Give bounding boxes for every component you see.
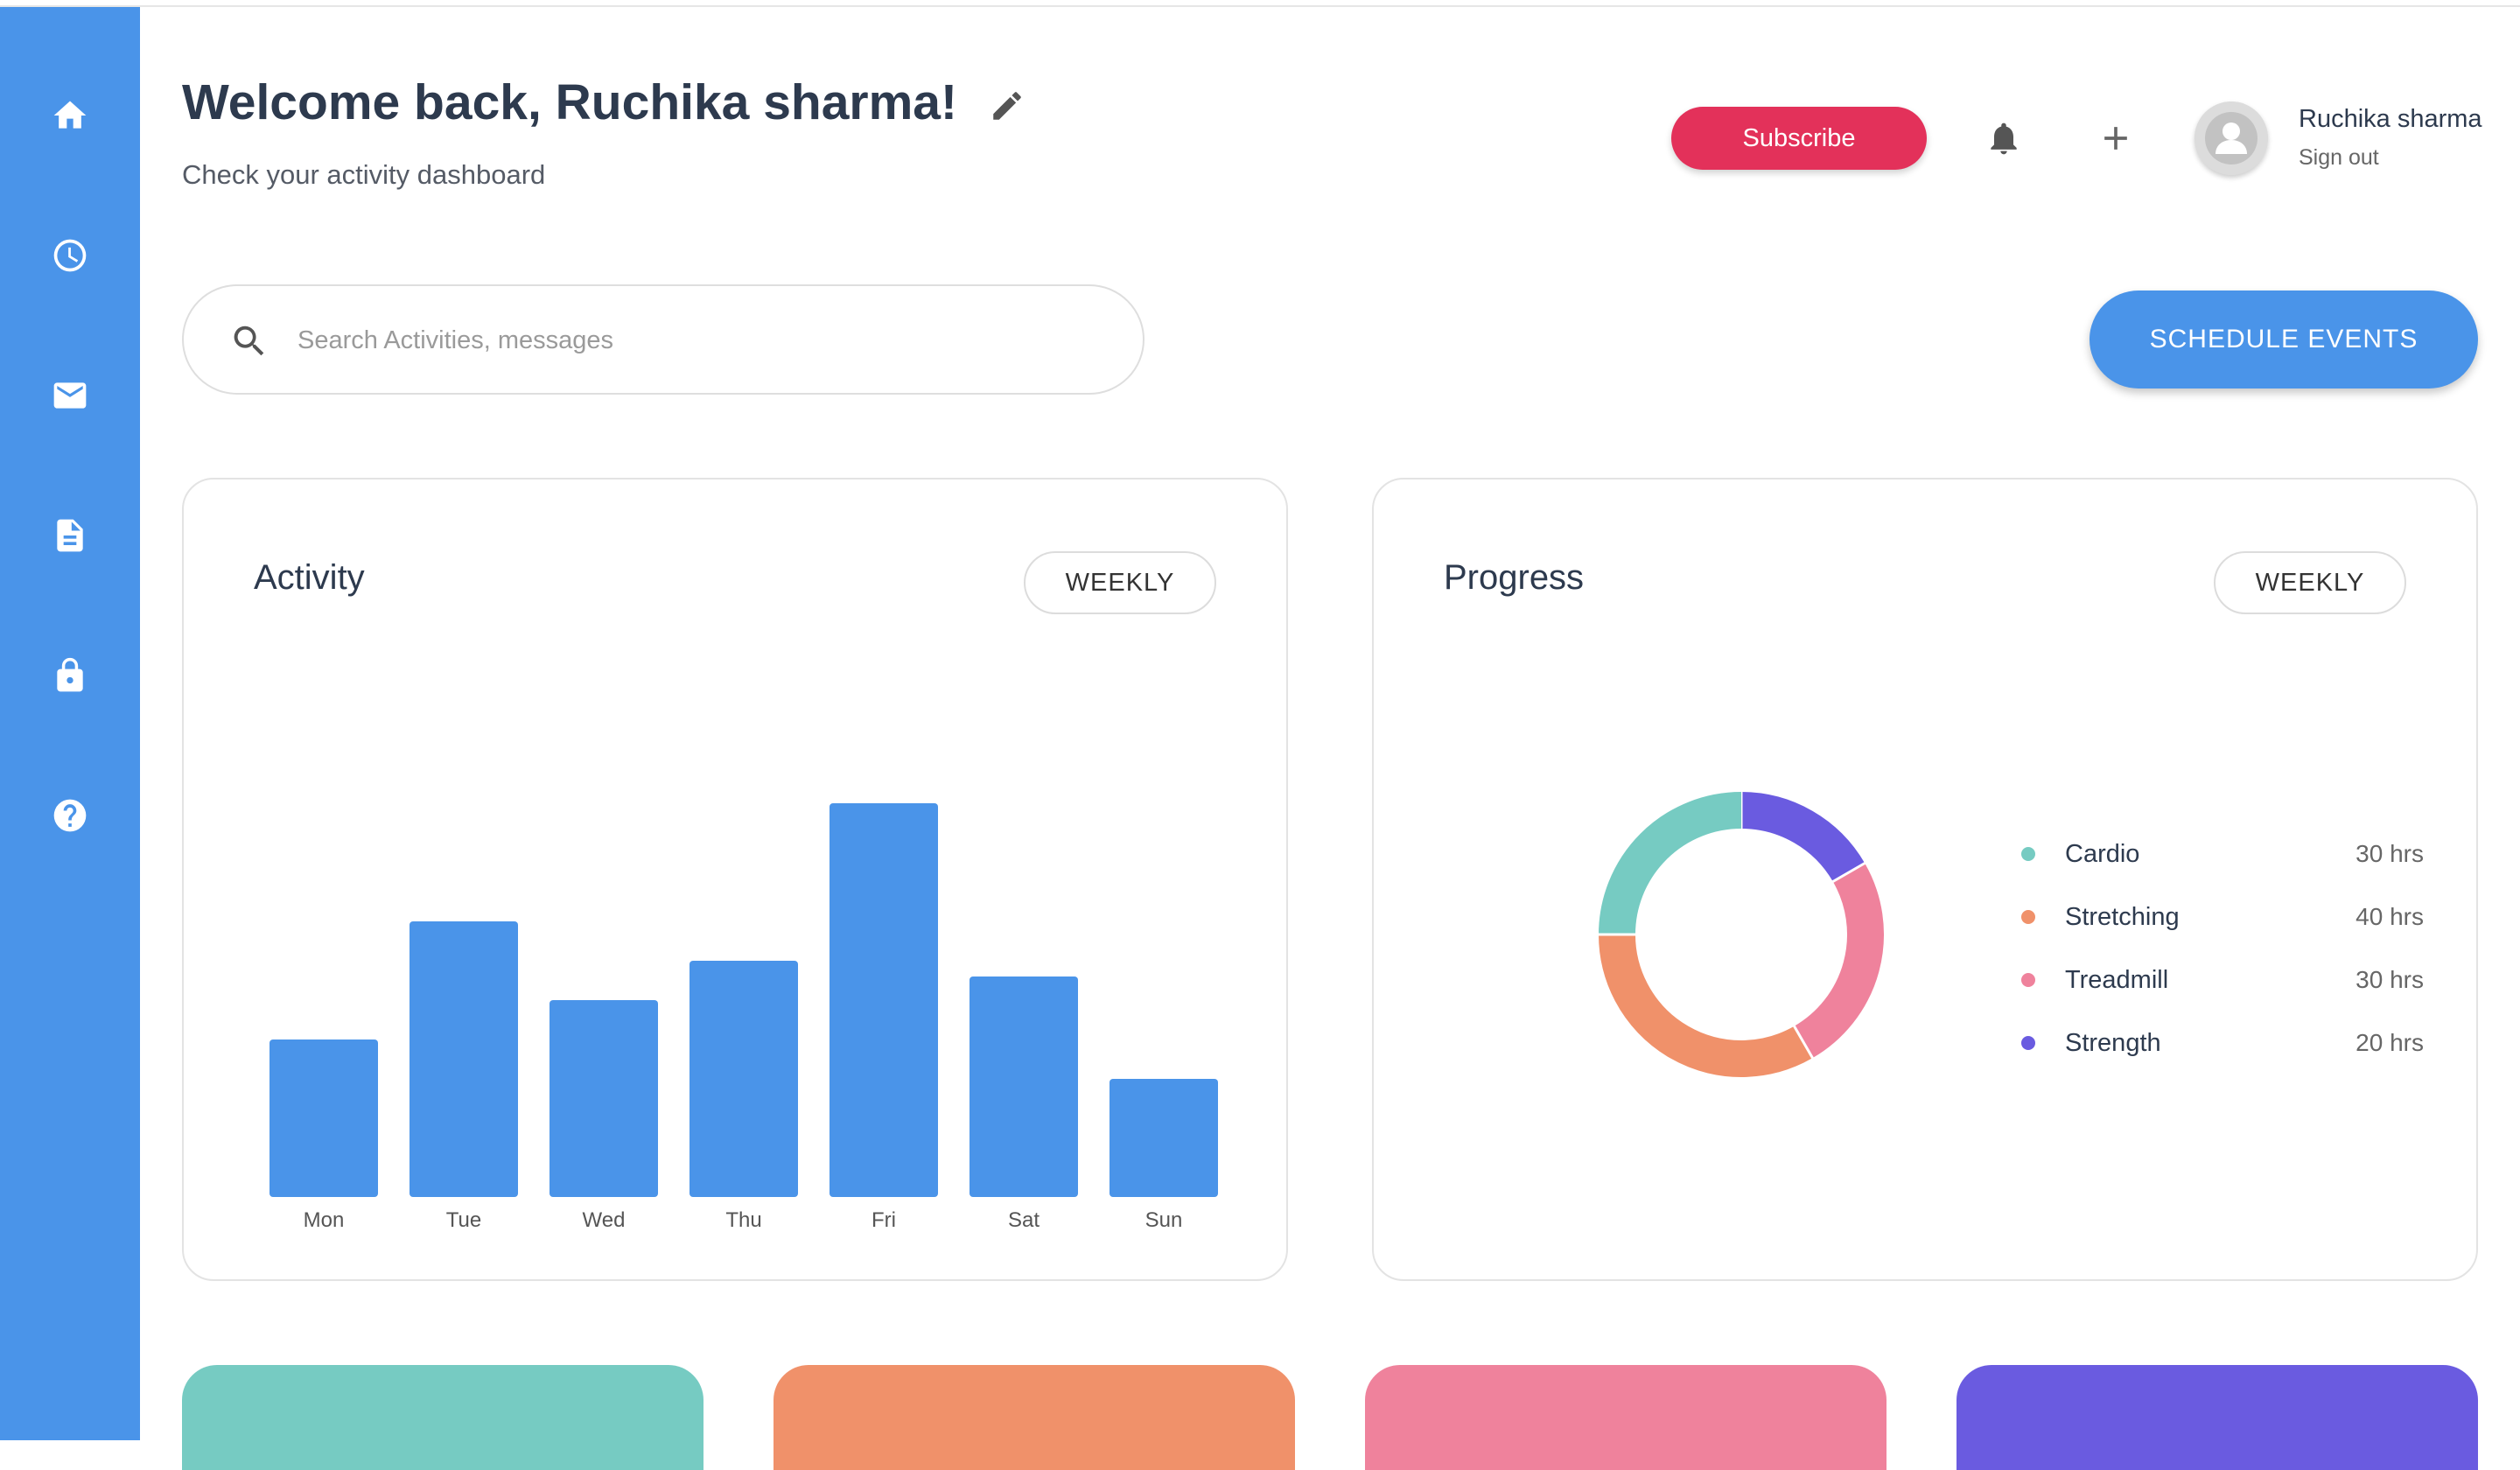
legend-label: Strength xyxy=(2065,1028,2161,1057)
mail-icon[interactable] xyxy=(49,374,91,416)
slice-treadmill xyxy=(1794,863,1884,1059)
progress-card: Progress WEEKLY Cardio 30 hrs Stretching… xyxy=(1372,478,2478,1281)
legend-dot xyxy=(2021,910,2035,924)
sidebar xyxy=(0,7,140,1440)
bar-sun xyxy=(1110,1079,1218,1197)
legend-label: Treadmill xyxy=(2065,965,2169,994)
activity-title: Activity xyxy=(254,558,365,597)
bar-thu xyxy=(690,961,798,1197)
search-icon xyxy=(229,321,270,361)
activity-card: Activity WEEKLY Mon Tue Wed Thu Fri Sat Sun xyxy=(182,478,1288,1281)
bar-fri xyxy=(830,803,938,1197)
legend-item: Stretching 40 hrs xyxy=(2021,886,2424,948)
legend-value: 40 hrs xyxy=(2356,903,2424,930)
home-icon[interactable] xyxy=(49,94,91,136)
legend-value: 30 hrs xyxy=(2356,840,2424,867)
legend-dot xyxy=(2021,847,2035,861)
edit-icon[interactable] xyxy=(989,88,1026,124)
lock-icon[interactable] xyxy=(49,654,91,696)
activity-bar-chart: Mon Tue Wed Thu Fri Sat Sun xyxy=(270,803,1218,1232)
plus-icon[interactable] xyxy=(2096,119,2135,158)
legend-value: 30 hrs xyxy=(2356,966,2424,993)
bar-tue xyxy=(410,921,518,1197)
schedule-events-button[interactable]: SCHEDULE EVENTS xyxy=(2090,290,2478,388)
subscribe-button[interactable]: Subscribe xyxy=(1671,107,1927,170)
stretching-tile[interactable] xyxy=(774,1365,1295,1470)
legend-dot xyxy=(2021,1036,2035,1050)
avatar[interactable] xyxy=(2194,102,2268,175)
bar-mon xyxy=(270,1040,378,1197)
activity-period-button[interactable]: WEEKLY xyxy=(1024,551,1216,614)
slice-strength xyxy=(1740,792,1866,883)
slice-stretching xyxy=(1599,934,1813,1077)
progress-donut-chart xyxy=(1598,791,1884,1077)
progress-title: Progress xyxy=(1444,558,1585,597)
progress-period-button[interactable]: WEEKLY xyxy=(2214,551,2406,614)
legend-dot xyxy=(2021,973,2035,987)
treadmill-tile[interactable] xyxy=(1365,1365,1886,1470)
legend-label: Stretching xyxy=(2065,902,2180,931)
bar-wed xyxy=(550,1000,658,1197)
strength-tile[interactable] xyxy=(1956,1365,2478,1470)
page-subtitle: Check your activity dashboard xyxy=(182,159,546,190)
page-title: Welcome back, Ruchika sharma! xyxy=(182,74,957,130)
progress-legend: Cardio 30 hrs Stretching 40 hrs Treadmil… xyxy=(2021,822,2424,1074)
cardio-tile[interactable] xyxy=(182,1365,704,1470)
slice-cardio xyxy=(1599,792,1742,935)
sign-out-link[interactable]: Sign out xyxy=(2299,145,2379,171)
legend-value: 20 hrs xyxy=(2356,1029,2424,1056)
x-tick-label: Wed xyxy=(583,1208,626,1232)
legend-item: Cardio 30 hrs xyxy=(2021,822,2424,886)
clock-icon[interactable] xyxy=(49,234,91,276)
top-border xyxy=(0,0,2520,7)
legend-item: Strength 20 hrs xyxy=(2021,1012,2424,1074)
x-tick-label: Sat xyxy=(1008,1208,1040,1232)
bell-icon[interactable] xyxy=(1984,119,2023,158)
user-icon xyxy=(2194,102,2268,175)
help-icon[interactable] xyxy=(49,794,91,836)
x-tick-label: Fri xyxy=(872,1208,896,1232)
document-icon[interactable] xyxy=(49,514,91,556)
legend-label: Cardio xyxy=(2065,839,2140,868)
x-tick-label: Sun xyxy=(1145,1208,1183,1232)
user-name: Ruchika sharma xyxy=(2299,105,2482,133)
x-tick-label: Thu xyxy=(725,1208,761,1232)
x-tick-label: Mon xyxy=(304,1208,345,1232)
search-input[interactable] xyxy=(296,312,1083,368)
x-tick-label: Tue xyxy=(446,1208,481,1232)
legend-item: Treadmill 30 hrs xyxy=(2021,948,2424,1012)
search-bar xyxy=(182,284,1144,395)
bar-sat xyxy=(970,976,1078,1197)
